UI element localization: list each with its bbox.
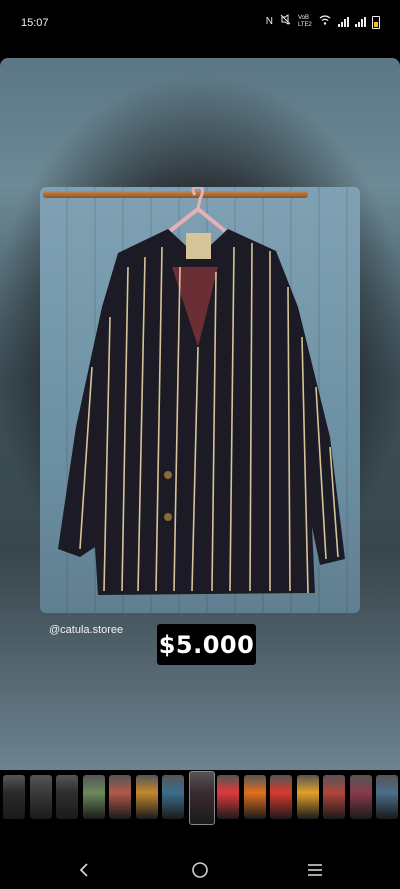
back-button[interactable] — [69, 859, 99, 881]
story-thumbnail[interactable] — [323, 775, 345, 819]
story-thumbnail[interactable] — [109, 775, 131, 819]
nfc-icon: N — [265, 16, 273, 27]
product-photo — [40, 187, 360, 613]
signal-icon — [355, 17, 366, 27]
price-tag: $5.000 — [157, 624, 256, 665]
story-thumbnail[interactable] — [56, 775, 78, 819]
thumbnail-strip — [0, 770, 400, 830]
blazer-illustration — [58, 187, 345, 595]
back-icon — [79, 863, 88, 877]
mute-icon — [280, 14, 291, 30]
story-viewer[interactable]: @catula.storee $5.000 — [0, 58, 400, 770]
story-thumbnail[interactable] — [3, 775, 25, 819]
signal-icon — [338, 17, 349, 27]
story-thumbnail[interactable] — [349, 775, 372, 819]
recents-button[interactable] — [300, 859, 330, 881]
store-handle-text: @catula.storee — [49, 624, 124, 636]
status-icons: N VoB LTE2 — [266, 14, 380, 30]
recents-icon — [308, 864, 322, 876]
status-bar: 15:07 N VoB LTE2 — [0, 0, 400, 46]
story-thumbnail[interactable] — [162, 775, 184, 819]
story-thumbnail[interactable] — [243, 775, 266, 819]
story-thumbnail[interactable] — [82, 775, 105, 819]
story-thumbnail[interactable] — [270, 775, 292, 819]
price-text: $5.000 — [158, 630, 255, 659]
battery-icon — [372, 15, 380, 29]
navigation-bar — [0, 850, 400, 889]
status-time: 15:07 — [21, 17, 49, 29]
story-thumbnail[interactable] — [376, 775, 398, 819]
home-button[interactable] — [185, 859, 215, 881]
story-thumbnail[interactable] — [135, 775, 158, 819]
story-thumbnail[interactable] — [217, 775, 239, 819]
home-icon — [192, 862, 208, 878]
wifi-icon — [319, 14, 331, 30]
story-thumbnail[interactable] — [29, 775, 52, 819]
store-handle[interactable]: @catula.storee — [49, 620, 123, 638]
story-thumbnail[interactable] — [188, 771, 215, 825]
volte-icon: VoB LTE2 — [298, 15, 312, 28]
story-thumbnail[interactable] — [296, 775, 319, 819]
